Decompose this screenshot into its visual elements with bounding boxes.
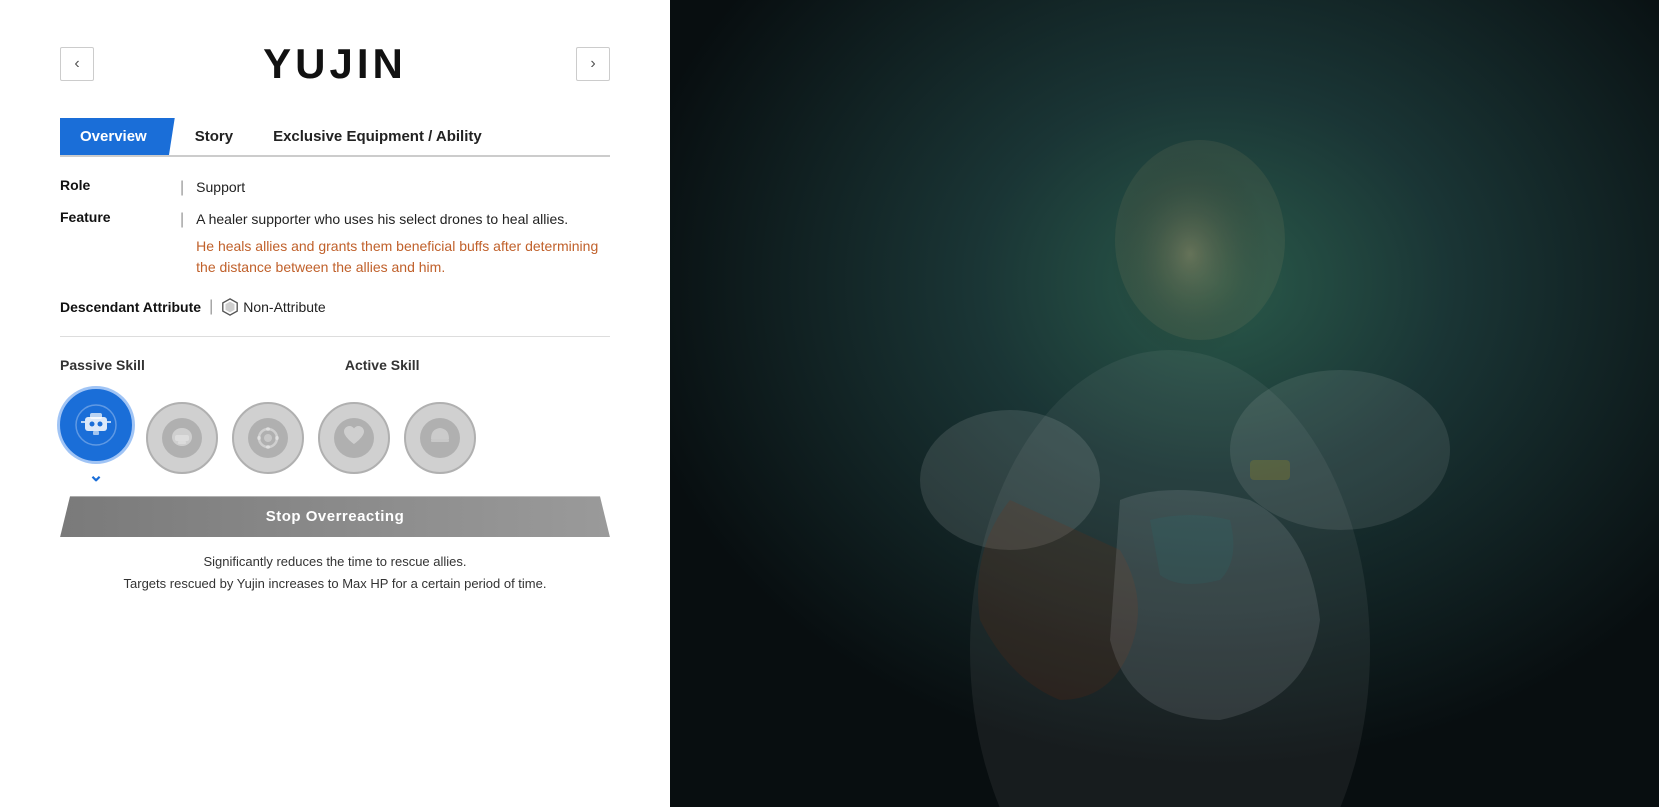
feature-value: A healer supporter who uses his select d… xyxy=(196,209,610,278)
role-divider: | xyxy=(180,177,184,199)
skill-circle-5 xyxy=(404,402,476,474)
tab-exclusive[interactable]: Exclusive Equipment / Ability xyxy=(253,118,502,155)
descendant-attr-label: Descendant Attribute xyxy=(60,299,201,315)
descendant-attr-row: Descendant Attribute | Non-Attribute xyxy=(60,298,610,316)
feature-line1: A healer supporter who uses his select d… xyxy=(196,209,610,230)
feature-row: Feature | A healer supporter who uses hi… xyxy=(60,209,610,278)
skill-icon-2[interactable] xyxy=(146,402,218,474)
tabs-row: Overview Story Exclusive Equipment / Abi… xyxy=(60,118,610,157)
active-skill-label: Active Skill xyxy=(345,357,420,373)
divider xyxy=(60,336,610,337)
skills-header: Passive Skill Active Skill xyxy=(60,357,610,373)
skill-circle-3 xyxy=(232,402,304,474)
attr-value: Non-Attribute xyxy=(243,299,325,315)
skill-icon-1[interactable]: ⌄ xyxy=(60,389,132,486)
skill-icon-3[interactable] xyxy=(232,402,304,474)
skill-circle-1 xyxy=(60,389,132,461)
skill-description: Significantly reduces the time to rescue… xyxy=(124,551,547,595)
tab-story[interactable]: Story xyxy=(175,118,253,155)
role-row: Role | Support xyxy=(60,177,610,199)
right-panel xyxy=(670,0,1659,807)
skill-selected-indicator: ⌄ xyxy=(88,465,103,486)
prev-character-button[interactable]: ‹ xyxy=(60,47,94,81)
role-value: Support xyxy=(196,177,245,198)
skill-desc-line2: Targets rescued by Yujin increases to Ma… xyxy=(124,573,547,595)
attr-sep: | xyxy=(209,298,213,316)
left-panel: ‹ YUJIN › Overview Story Exclusive Equip… xyxy=(0,0,670,807)
info-table: Role | Support Feature | A healer suppor… xyxy=(60,177,610,288)
skill-icon-5[interactable] xyxy=(404,402,476,474)
skills-icons-row: ⌄ xyxy=(60,389,610,486)
skill-name-bar: Stop Overreacting xyxy=(60,496,610,537)
header-row: ‹ YUJIN › xyxy=(60,40,610,88)
feature-line2: He heals allies and grants them benefici… xyxy=(196,236,610,278)
skill-circle-2 xyxy=(146,402,218,474)
passive-skill-label: Passive Skill xyxy=(60,357,145,373)
skill-desc-line1: Significantly reduces the time to rescue… xyxy=(124,551,547,573)
tab-overview[interactable]: Overview xyxy=(60,118,175,155)
feature-divider: | xyxy=(180,209,184,231)
next-character-button[interactable]: › xyxy=(576,47,610,81)
skill-icon-4[interactable] xyxy=(318,402,390,474)
feature-label: Feature xyxy=(60,209,180,225)
role-label: Role xyxy=(60,177,180,193)
skill-circle-4 xyxy=(318,402,390,474)
character-name: YUJIN xyxy=(263,40,407,88)
portrait-area xyxy=(670,0,1659,807)
non-attribute-icon xyxy=(221,298,239,316)
